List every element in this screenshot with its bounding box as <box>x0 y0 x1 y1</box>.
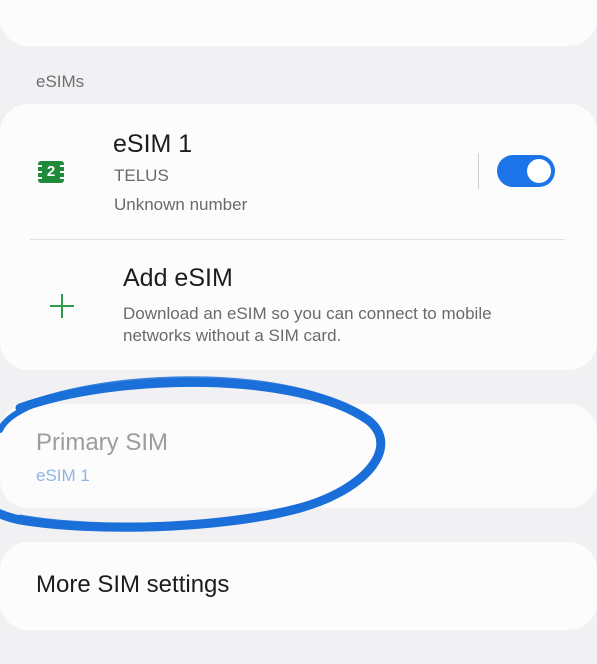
esim-title: eSIM 1 <box>113 130 193 158</box>
toggle-knob <box>527 159 551 183</box>
primary-sim-value: eSIM 1 <box>36 466 90 485</box>
esim-phone-number: Unknown number <box>114 195 248 214</box>
sim-slot-number: 2 <box>46 163 56 180</box>
more-sim-settings-title: More SIM settings <box>36 571 230 598</box>
sim-card-icon: 2 <box>38 161 64 183</box>
esim-toggle-switch[interactable] <box>497 155 555 187</box>
primary-sim-title: Primary SIM <box>36 429 168 456</box>
section-label-esims: eSIMs <box>36 72 85 91</box>
esim-row[interactable] <box>0 110 470 236</box>
vertical-divider <box>478 153 479 189</box>
add-esim-title: Add eSIM <box>123 264 233 292</box>
sim-manager-screen: eSIMs 2 eSIM 1 TELUS Unknown number Add … <box>0 0 597 664</box>
top-card <box>0 0 597 46</box>
row-divider <box>30 239 565 240</box>
esim-carrier: TELUS <box>114 166 169 185</box>
plus-icon <box>48 292 76 320</box>
add-esim-description: Download an eSIM so you can connect to m… <box>123 304 492 345</box>
